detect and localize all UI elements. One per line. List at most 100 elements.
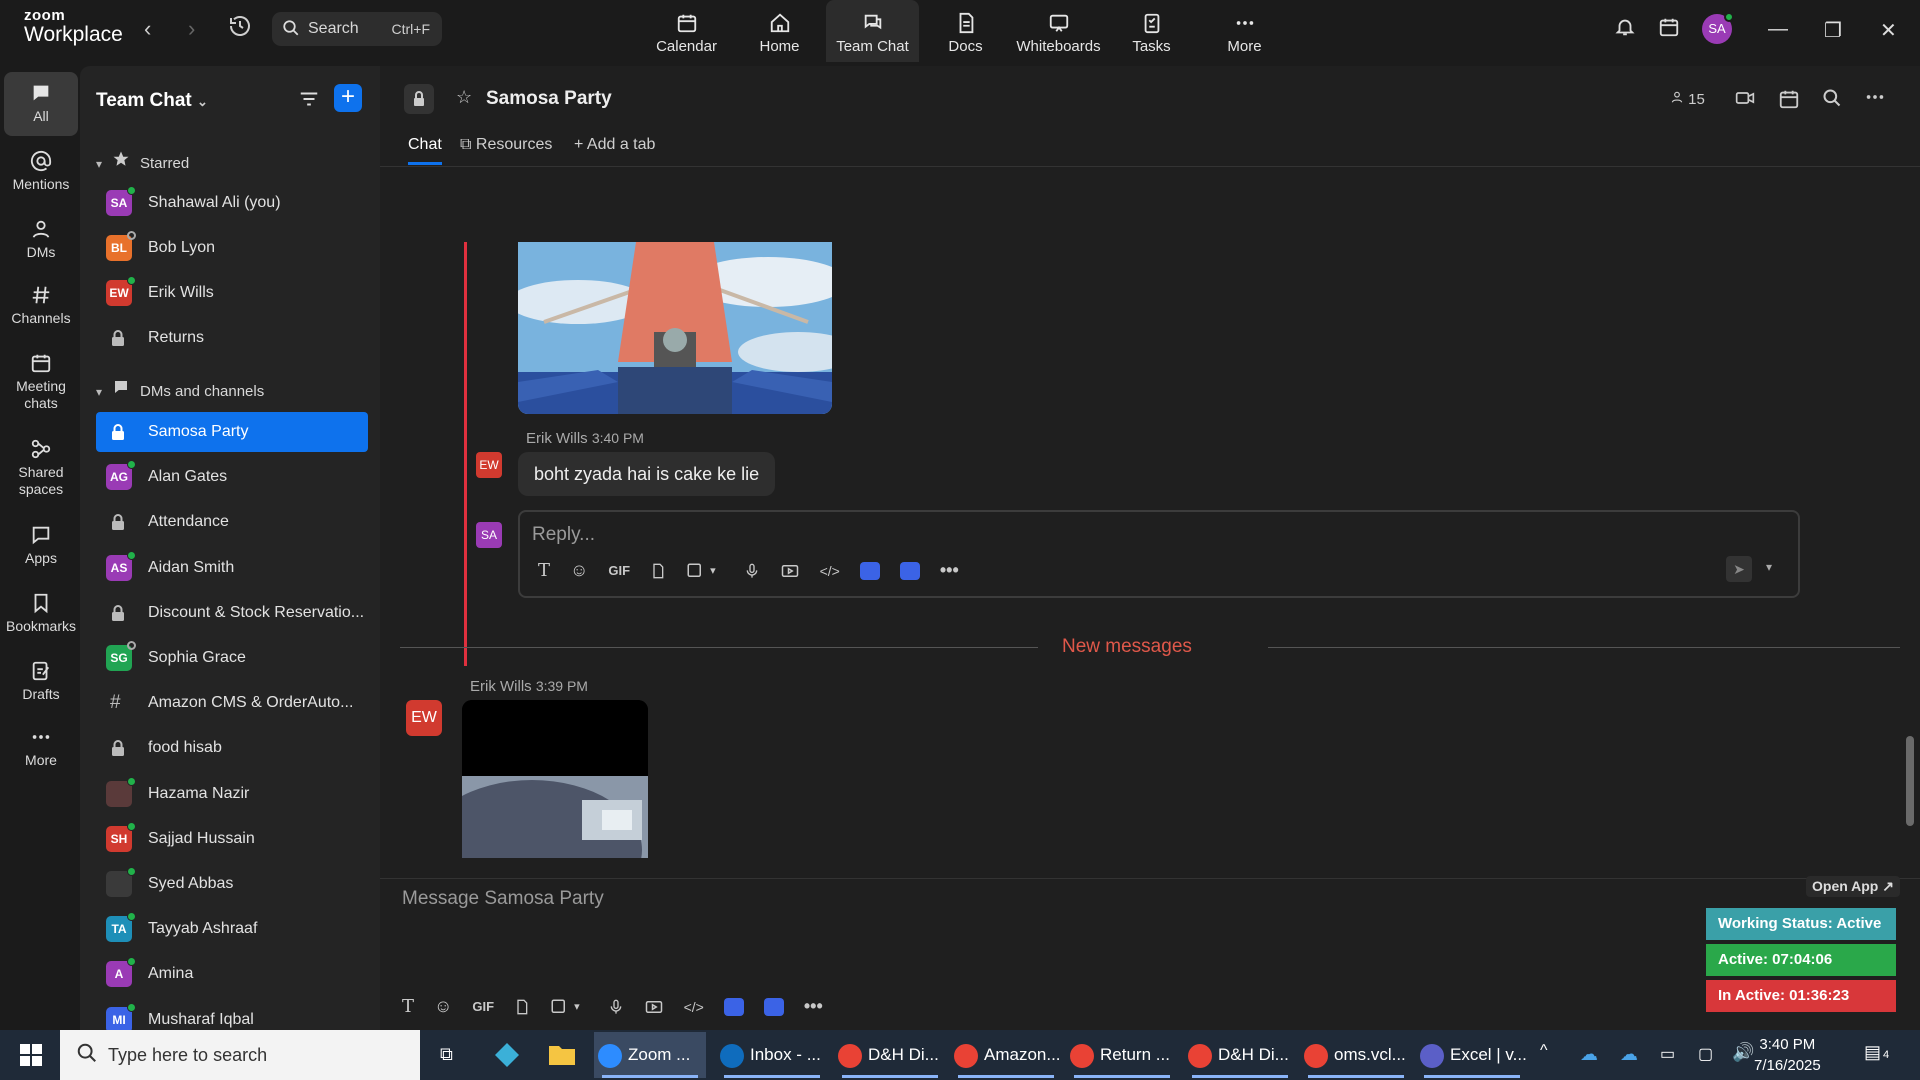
send-icon[interactable]: ➤ xyxy=(1726,556,1752,582)
sidebar-item-dm-7[interactable]: food hisab xyxy=(96,728,368,768)
sidebar-title[interactable]: Team Chat ⌄ xyxy=(96,90,208,112)
sidebar-item-dm-10[interactable]: Syed Abbas xyxy=(96,864,368,904)
history-icon[interactable] xyxy=(228,14,252,44)
more-options-icon[interactable] xyxy=(1864,86,1886,113)
sidebar-item-dm-11[interactable]: TA Tayyab Ashraaf xyxy=(96,909,368,949)
taskbar-app-2[interactable]: D&H Di... xyxy=(834,1032,946,1078)
tab-add[interactable]: + Add a tab xyxy=(574,136,655,154)
tab-home[interactable]: Home xyxy=(733,0,826,62)
chevron-up-icon[interactable]: ^ xyxy=(1540,1042,1548,1060)
taskbar-app-7[interactable]: Excel | v... xyxy=(1416,1032,1528,1078)
star-outline-icon[interactable]: ☆ xyxy=(456,87,472,108)
scrollbar[interactable] xyxy=(1906,736,1914,826)
taskbar-app-6[interactable]: oms.vcl... xyxy=(1300,1032,1412,1078)
tab-resources[interactable]: ⧉ Resources xyxy=(460,136,552,154)
compose-input[interactable]: Message Samosa Party xyxy=(380,880,1700,960)
sidebar-item-dm-4[interactable]: Discount & Stock Reservatio... xyxy=(96,593,368,633)
code-icon[interactable]: </> xyxy=(684,999,704,1015)
shared-image-rocket[interactable] xyxy=(518,242,832,414)
sidebar-item-dm-2[interactable]: Attendance xyxy=(96,502,368,542)
video-message-icon[interactable] xyxy=(644,998,664,1016)
gif-icon[interactable]: GIF xyxy=(472,999,494,1014)
taskbar-clock[interactable]: 3:40 PM 7/16/2025 xyxy=(1754,1034,1821,1076)
rail-drafts[interactable]: Drafts xyxy=(4,660,78,703)
windows-start-icon[interactable] xyxy=(20,1044,42,1071)
section-starred[interactable]: ▾ Starred xyxy=(96,150,189,172)
tab-chat[interactable]: Chat xyxy=(408,136,442,165)
rail-dms[interactable]: DMs xyxy=(4,218,78,261)
sidebar-item-dm-5[interactable]: SG Sophia Grace xyxy=(96,638,368,678)
battery-icon[interactable]: ▭ xyxy=(1660,1044,1675,1064)
open-app-button[interactable]: Open App ↗ xyxy=(1806,876,1900,897)
taskbar-app-3[interactable]: Amazon... xyxy=(950,1032,1062,1078)
emoji-icon[interactable]: ☺ xyxy=(570,560,588,581)
sidebar-item-dm-1[interactable]: AG Alan Gates xyxy=(96,457,368,497)
minimize-icon[interactable]: — xyxy=(1768,18,1788,41)
chat-app-icon[interactable] xyxy=(763,997,784,1016)
search-box[interactable]: Search Ctrl+F xyxy=(272,12,442,46)
reply-input[interactable]: Reply... T ☺ GIF ▾ </> ••• ➤ ▾ xyxy=(518,510,1800,598)
taskbar-app-1[interactable]: Inbox - ... xyxy=(716,1032,828,1078)
onedrive-icon[interactable]: ☁ xyxy=(1580,1044,1598,1065)
screenshot-icon[interactable]: ▾ xyxy=(686,562,716,580)
gif-icon[interactable]: GIF xyxy=(608,563,630,578)
tab-calendar[interactable]: Calendar xyxy=(640,0,733,62)
task-view-icon[interactable]: ⧉ xyxy=(440,1044,453,1065)
calendar-check-icon[interactable] xyxy=(1658,16,1680,44)
sidebar-item-starred-1[interactable]: BL Bob Lyon xyxy=(96,228,368,268)
more-dots-icon[interactable]: ••• xyxy=(940,560,959,581)
sender-avatar[interactable]: EW xyxy=(476,452,502,478)
sidebar-item-dm-13[interactable]: MI Musharaf Iqbal xyxy=(96,1000,368,1030)
format-text-icon[interactable]: T xyxy=(402,996,414,1017)
app-icon[interactable] xyxy=(723,997,744,1016)
sidebar-item-dm-6[interactable]: # Amazon CMS & OrderAuto... xyxy=(96,683,368,723)
sidebar-item-dm-3[interactable]: AS Aidan Smith xyxy=(96,548,368,588)
rail-more[interactable]: More xyxy=(4,726,78,769)
sidebar-item-starred-3[interactable]: Returns xyxy=(96,318,368,358)
tab-docs[interactable]: Docs xyxy=(919,0,1012,62)
search-icon[interactable] xyxy=(1822,88,1842,113)
file-icon[interactable] xyxy=(514,998,530,1016)
volume-icon[interactable]: 🔊 xyxy=(1732,1042,1754,1063)
taskbar-search[interactable]: Type here to search xyxy=(60,1030,420,1080)
rail-shared-spaces[interactable]: Shared spaces xyxy=(4,438,78,498)
app-icon[interactable] xyxy=(859,561,880,580)
more-dots-icon[interactable]: ••• xyxy=(804,996,823,1017)
section-dms[interactable]: ▾ DMs and channels xyxy=(96,378,264,400)
rail-bookmarks[interactable]: Bookmarks xyxy=(4,592,78,635)
microphone-icon[interactable] xyxy=(744,561,760,581)
rail-channels[interactable]: Channels xyxy=(4,284,78,327)
rail-mentions[interactable]: Mentions xyxy=(4,150,78,193)
video-icon[interactable] xyxy=(1734,88,1756,113)
close-icon[interactable]: ✕ xyxy=(1880,18,1897,43)
sidebar-item-dm-12[interactable]: A Amina xyxy=(96,954,368,994)
rail-all[interactable]: All xyxy=(4,72,78,136)
new-chat-button[interactable]: + xyxy=(334,84,362,112)
file-icon[interactable] xyxy=(650,562,666,580)
taskbar-app-4[interactable]: Return ... xyxy=(1066,1032,1178,1078)
onedrive-2-icon[interactable]: ☁ xyxy=(1620,1044,1638,1065)
screenshot-icon[interactable]: ▾ xyxy=(550,998,580,1016)
tab-team-chat[interactable]: Team Chat xyxy=(826,0,919,62)
rail-apps[interactable]: Apps xyxy=(4,524,78,567)
filter-icon[interactable] xyxy=(298,88,320,115)
format-text-icon[interactable]: T xyxy=(538,560,550,581)
chat-app-icon[interactable] xyxy=(899,561,920,580)
network-icon[interactable]: ▢ xyxy=(1698,1044,1713,1064)
bell-icon[interactable] xyxy=(1614,16,1636,44)
sidebar-item-dm-0[interactable]: Samosa Party xyxy=(96,412,368,452)
sidebar-item-dm-8[interactable]: Hazama Nazir xyxy=(96,774,368,814)
video-message-icon[interactable] xyxy=(780,562,800,580)
restore-icon[interactable]: ❐ xyxy=(1824,18,1842,43)
rail-meeting-chats[interactable]: Meeting chats xyxy=(4,352,78,412)
notification-center-icon[interactable]: ▤ 4 xyxy=(1864,1042,1889,1063)
emoji-icon[interactable]: ☺ xyxy=(434,996,452,1017)
sidebar-item-starred-0[interactable]: SA Shahawal Ali (you) xyxy=(96,183,368,223)
tab-tasks[interactable]: Tasks xyxy=(1105,0,1198,62)
new-message-avatar[interactable]: EW xyxy=(406,700,442,736)
members-count[interactable]: 15 xyxy=(1670,90,1705,108)
taskbar-app-5[interactable]: D&H Di... xyxy=(1184,1032,1296,1078)
microphone-icon[interactable] xyxy=(608,997,624,1017)
user-avatar[interactable]: SA xyxy=(1702,12,1734,44)
app-diamond-icon[interactable] xyxy=(494,1042,520,1073)
